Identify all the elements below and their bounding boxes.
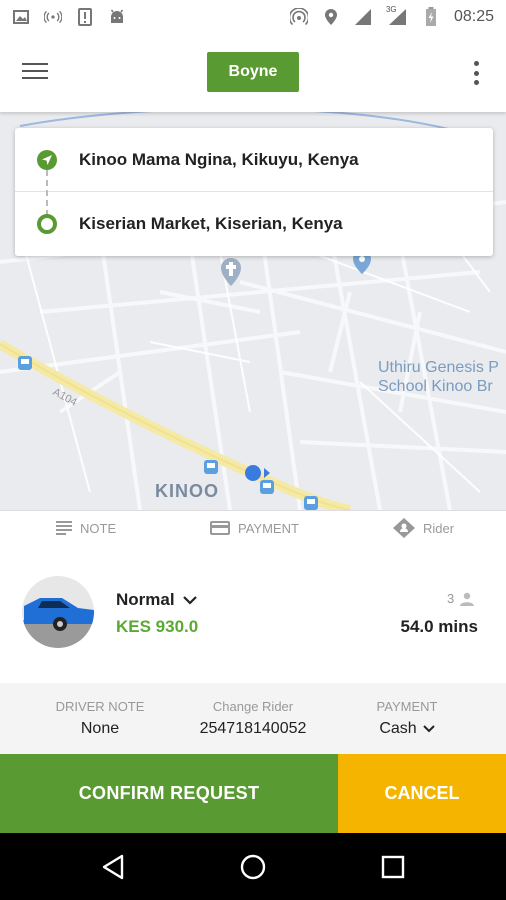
status-time: 08:25 xyxy=(453,8,494,25)
pickup-pin-icon xyxy=(37,149,57,170)
dropoff-pin-icon xyxy=(37,214,57,234)
note-label: NOTE xyxy=(80,520,117,536)
network-type-label: 3G xyxy=(385,5,397,14)
payment-method-value: Cash xyxy=(379,720,417,737)
rider-option[interactable]: Rider xyxy=(393,511,454,545)
driver-note-field[interactable]: DRIVER NOTE None xyxy=(50,699,150,738)
payment-option-label: PAYMENT xyxy=(238,520,299,536)
ride-price: KES 930.0 xyxy=(116,617,199,636)
poi-label-line1: Uthiru Genesis P xyxy=(378,359,499,376)
map-area-label: KINOO xyxy=(155,481,220,501)
rider-label: Rider xyxy=(423,520,455,536)
eta-value: 54.0 mins xyxy=(400,617,479,636)
route-card: Kinoo Mama Ngina, Kikuyu, Kenya Kiserian… xyxy=(15,128,493,256)
ride-info: Normal KES 930.0 3 54.0 mins xyxy=(0,544,506,683)
payment-method-field[interactable]: PAYMENT Cash xyxy=(360,699,454,738)
pickup-row[interactable]: Kinoo Mama Ngina, Kikuyu, Kenya xyxy=(15,128,493,192)
recent-apps-icon[interactable] xyxy=(376,850,410,884)
more-vert-icon[interactable] xyxy=(466,58,486,88)
payment-method-label: PAYMENT xyxy=(376,699,438,714)
home-icon[interactable] xyxy=(236,850,270,884)
android-icon xyxy=(108,8,126,26)
ride-request-screen: 3G 08:25 Boyne A104 KINOO Uthiru Genesis… xyxy=(0,0,506,900)
options-bar: NOTE PAYMENT Rider xyxy=(0,510,506,544)
brand-button[interactable]: Boyne xyxy=(207,52,299,92)
rider-icon xyxy=(393,518,415,538)
driver-note-value: None xyxy=(80,720,120,737)
status-bar: 3G 08:25 xyxy=(0,0,506,34)
confirm-request-button[interactable]: CONFIRM REQUEST xyxy=(0,754,338,833)
bus-stop-icon xyxy=(18,356,32,370)
note-icon xyxy=(56,521,72,535)
app-bar: Boyne xyxy=(0,34,506,112)
hotspot-icon xyxy=(289,8,308,26)
map-poi-label: Uthiru Genesis P School Kinoo Br xyxy=(378,358,499,396)
image-icon xyxy=(12,8,30,26)
cancel-button[interactable]: CANCEL xyxy=(338,754,506,833)
credit-card-icon xyxy=(210,521,230,535)
location-icon xyxy=(322,8,340,26)
signal-3g-icon: 3G xyxy=(385,5,408,26)
change-rider-label: Change Rider xyxy=(212,699,294,714)
pickup-location: Kinoo Mama Ngina, Kikuyu, Kenya xyxy=(79,149,359,169)
payment-option[interactable]: PAYMENT xyxy=(210,511,299,545)
status-bar-right: 3G 08:25 xyxy=(289,5,494,26)
dropoff-location: Kiserian Market, Kiserian, Kenya xyxy=(79,214,343,233)
chevron-down-icon xyxy=(182,596,197,605)
wifi-hotspot-icon xyxy=(44,8,62,26)
poi-label-line2: School Kinoo Br xyxy=(378,378,493,395)
seat-count: 3 xyxy=(447,591,475,606)
ride-type-label: Normal xyxy=(116,590,175,609)
car-icon xyxy=(22,576,94,648)
back-icon[interactable] xyxy=(96,850,130,884)
trip-details: DRIVER NOTE None Change Rider 2547181400… xyxy=(0,683,506,754)
alert-icon xyxy=(76,8,94,26)
rider-phone-value: 254718140052 xyxy=(199,720,307,737)
driver-note-label: DRIVER NOTE xyxy=(55,699,145,714)
ride-type-selector[interactable]: Normal xyxy=(116,590,197,610)
hamburger-menu-icon[interactable] xyxy=(22,58,56,88)
battery-charging-icon xyxy=(422,7,440,26)
note-option[interactable]: NOTE xyxy=(56,511,116,545)
system-nav-bar xyxy=(0,833,506,900)
chevron-down-icon xyxy=(422,725,435,733)
dropoff-row[interactable]: Kiserian Market, Kiserian, Kenya xyxy=(15,192,493,256)
person-icon xyxy=(460,592,475,606)
seat-count-value: 3 xyxy=(447,591,455,606)
signal-icon xyxy=(354,8,372,26)
status-bar-left xyxy=(12,8,126,26)
change-rider-field[interactable]: Change Rider 254718140052 xyxy=(178,699,328,738)
